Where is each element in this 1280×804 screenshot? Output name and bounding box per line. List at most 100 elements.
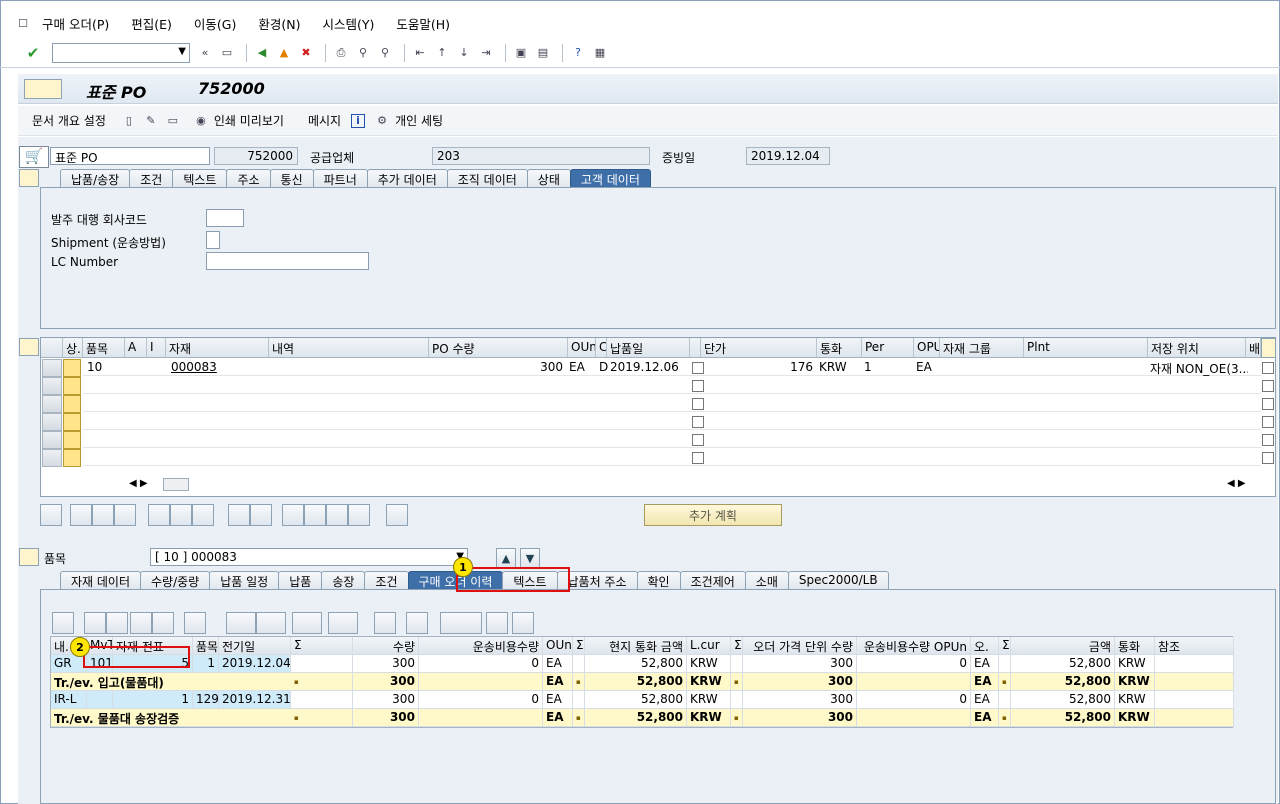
items-col-header-10[interactable]: 납품일 bbox=[607, 338, 690, 358]
item-tab-12[interactable]: Spec2000/LB bbox=[787, 571, 889, 590]
items-col-header-6[interactable]: 내역 bbox=[269, 338, 429, 358]
scroll-left-icon[interactable]: ◀ ▶ bbox=[129, 478, 148, 489]
history-col-header-13[interactable]: 오더 가격 단위 수량 bbox=[743, 637, 857, 655]
back-icon[interactable]: ◀ bbox=[253, 44, 271, 62]
print-icon[interactable]: ⎙ bbox=[332, 44, 350, 62]
history-col-header-10[interactable]: 현지 통화 금액 bbox=[585, 637, 687, 655]
item-tab-4[interactable]: 송장 bbox=[321, 571, 366, 590]
items-col-header-17[interactable]: Plnt bbox=[1024, 338, 1148, 358]
history-col-header-16[interactable]: Σ bbox=[999, 637, 1011, 655]
item-tab-10[interactable]: 조건제어 bbox=[679, 571, 746, 590]
item-tab-1[interactable]: 수량/중량 bbox=[140, 571, 211, 590]
menu-help[interactable]: 도움말(H) bbox=[396, 14, 450, 33]
item-tab-11[interactable]: 소매 bbox=[744, 571, 789, 590]
history-col-header-12[interactable]: Σ bbox=[731, 637, 743, 655]
menu-edit[interactable]: 편집(E) bbox=[131, 14, 172, 33]
items-col-header-19[interactable]: 배 bbox=[1246, 338, 1261, 358]
command-field[interactable]: ▼ bbox=[52, 42, 190, 63]
double-left-icon[interactable]: « bbox=[196, 44, 214, 62]
shipment-input[interactable] bbox=[206, 231, 220, 249]
column-settings-icon[interactable] bbox=[1261, 338, 1275, 358]
history-col-header-19[interactable]: 참조 bbox=[1155, 637, 1234, 655]
history-col-header-8[interactable]: OUn bbox=[543, 637, 573, 655]
layout-icon[interactable] bbox=[328, 612, 358, 634]
header-tab-7[interactable]: 조직 데이터 bbox=[446, 169, 528, 188]
history-col-header-3[interactable]: 품목 bbox=[193, 637, 219, 655]
header-tab-9[interactable]: 고객 데이터 bbox=[569, 169, 651, 188]
filter-icon[interactable] bbox=[326, 504, 348, 526]
items-col-header-11[interactable] bbox=[690, 338, 701, 358]
next-item-button[interactable]: ▼ bbox=[520, 548, 540, 568]
header-tab-4[interactable]: 통신 bbox=[269, 169, 314, 188]
history-col-header-18[interactable]: 통화 bbox=[1115, 637, 1155, 655]
find-icon[interactable]: ⚲ bbox=[354, 44, 372, 62]
row-selector[interactable] bbox=[42, 413, 62, 431]
item-checkbox[interactable] bbox=[692, 452, 704, 464]
menu-system[interactable]: 시스템(Y) bbox=[322, 14, 374, 33]
items-col-header-12[interactable]: 단가 bbox=[701, 338, 817, 358]
drill-icon[interactable] bbox=[440, 612, 482, 634]
row-selector[interactable] bbox=[42, 377, 62, 395]
document-overview-button[interactable]: 문서 개요 설정 bbox=[32, 112, 106, 129]
personal-settings-icon[interactable]: ⚙ bbox=[373, 112, 391, 130]
help-icon[interactable]: ? bbox=[569, 44, 587, 62]
copy-line-icon[interactable] bbox=[92, 504, 114, 526]
po-document-icon[interactable] bbox=[24, 79, 62, 99]
graphic-icon[interactable] bbox=[374, 612, 396, 634]
item-checkbox[interactable] bbox=[692, 398, 704, 410]
item-select[interactable]: [ 10 ] 000083▼ bbox=[150, 548, 468, 566]
header-tab-8[interactable]: 상태 bbox=[526, 169, 571, 188]
cancel-icon[interactable]: ✖ bbox=[297, 44, 315, 62]
print-preview-button[interactable]: 인쇄 미리보기 bbox=[214, 112, 284, 129]
details-icon[interactable] bbox=[40, 504, 62, 526]
header-tab-0[interactable]: 납품/송장 bbox=[60, 169, 131, 188]
collapse-header-icon[interactable] bbox=[19, 169, 39, 187]
items-col-header-4[interactable]: I bbox=[147, 338, 166, 358]
display-doc-icon[interactable]: ▭ bbox=[164, 112, 182, 130]
item-checkbox[interactable] bbox=[692, 416, 704, 428]
scroll-thumb[interactable] bbox=[163, 478, 189, 491]
item-checkbox-right[interactable] bbox=[1262, 434, 1274, 446]
agency-company-code-input[interactable] bbox=[206, 209, 244, 227]
items-col-header-0[interactable] bbox=[41, 338, 63, 358]
header-tab-2[interactable]: 텍스트 bbox=[172, 169, 228, 188]
filter-settings-icon[interactable] bbox=[348, 504, 370, 526]
item-tab-9[interactable]: 확인 bbox=[636, 571, 681, 590]
scroll-right-icon[interactable]: ◀ ▶ bbox=[1227, 478, 1246, 489]
create-doc-icon[interactable]: ▯ bbox=[120, 112, 138, 130]
save-icon[interactable]: ▭ bbox=[218, 44, 236, 62]
items-col-header-1[interactable]: 상. bbox=[63, 338, 83, 358]
header-tab-3[interactable]: 주소 bbox=[226, 169, 271, 188]
new-session-icon[interactable]: ▣ bbox=[512, 44, 530, 62]
first-page-icon[interactable]: ⇤ bbox=[411, 44, 429, 62]
lock-icon[interactable] bbox=[170, 504, 192, 526]
select-all-icon[interactable] bbox=[250, 504, 272, 526]
messages-button[interactable]: 메시지 bbox=[308, 112, 341, 129]
sort-asc-icon[interactable] bbox=[84, 612, 106, 634]
layout-menu-icon[interactable]: ▦ bbox=[591, 44, 609, 62]
exit-icon[interactable]: ▲ bbox=[275, 44, 293, 62]
items-col-header-18[interactable]: 저장 위치 bbox=[1148, 338, 1246, 358]
row-selector[interactable] bbox=[42, 449, 62, 467]
menu-exit-icon[interactable]: ☐ bbox=[14, 14, 32, 32]
next-page-icon[interactable]: ↓ bbox=[455, 44, 473, 62]
header-tab-6[interactable]: 추가 데이터 bbox=[366, 169, 448, 188]
info-icon[interactable]: i bbox=[351, 113, 366, 128]
find-icon[interactable] bbox=[130, 612, 152, 634]
items-col-header-2[interactable]: 품목 bbox=[83, 338, 125, 358]
header-tab-5[interactable]: 파트너 bbox=[312, 169, 368, 188]
history-col-header-7[interactable]: 운송비용수량 bbox=[419, 637, 543, 655]
item-checkbox-right[interactable] bbox=[1262, 398, 1274, 410]
item-checkbox-right[interactable] bbox=[1262, 452, 1274, 464]
items-col-header-13[interactable]: 통화 bbox=[817, 338, 862, 358]
items-col-header-14[interactable]: Per bbox=[862, 338, 914, 358]
menu-purchase-order[interactable]: 구매 오더(P) bbox=[42, 14, 109, 33]
history-col-header-17[interactable]: 금액 bbox=[1011, 637, 1115, 655]
item-checkbox[interactable] bbox=[692, 434, 704, 446]
items-col-header-15[interactable]: OPU bbox=[914, 338, 940, 358]
refresh-icon[interactable] bbox=[486, 612, 508, 634]
item-checkbox-right[interactable] bbox=[1262, 362, 1274, 374]
shortcut-icon[interactable]: ▤ bbox=[534, 44, 552, 62]
filter-icon[interactable] bbox=[184, 612, 206, 634]
history-col-header-11[interactable]: L.cur bbox=[687, 637, 731, 655]
